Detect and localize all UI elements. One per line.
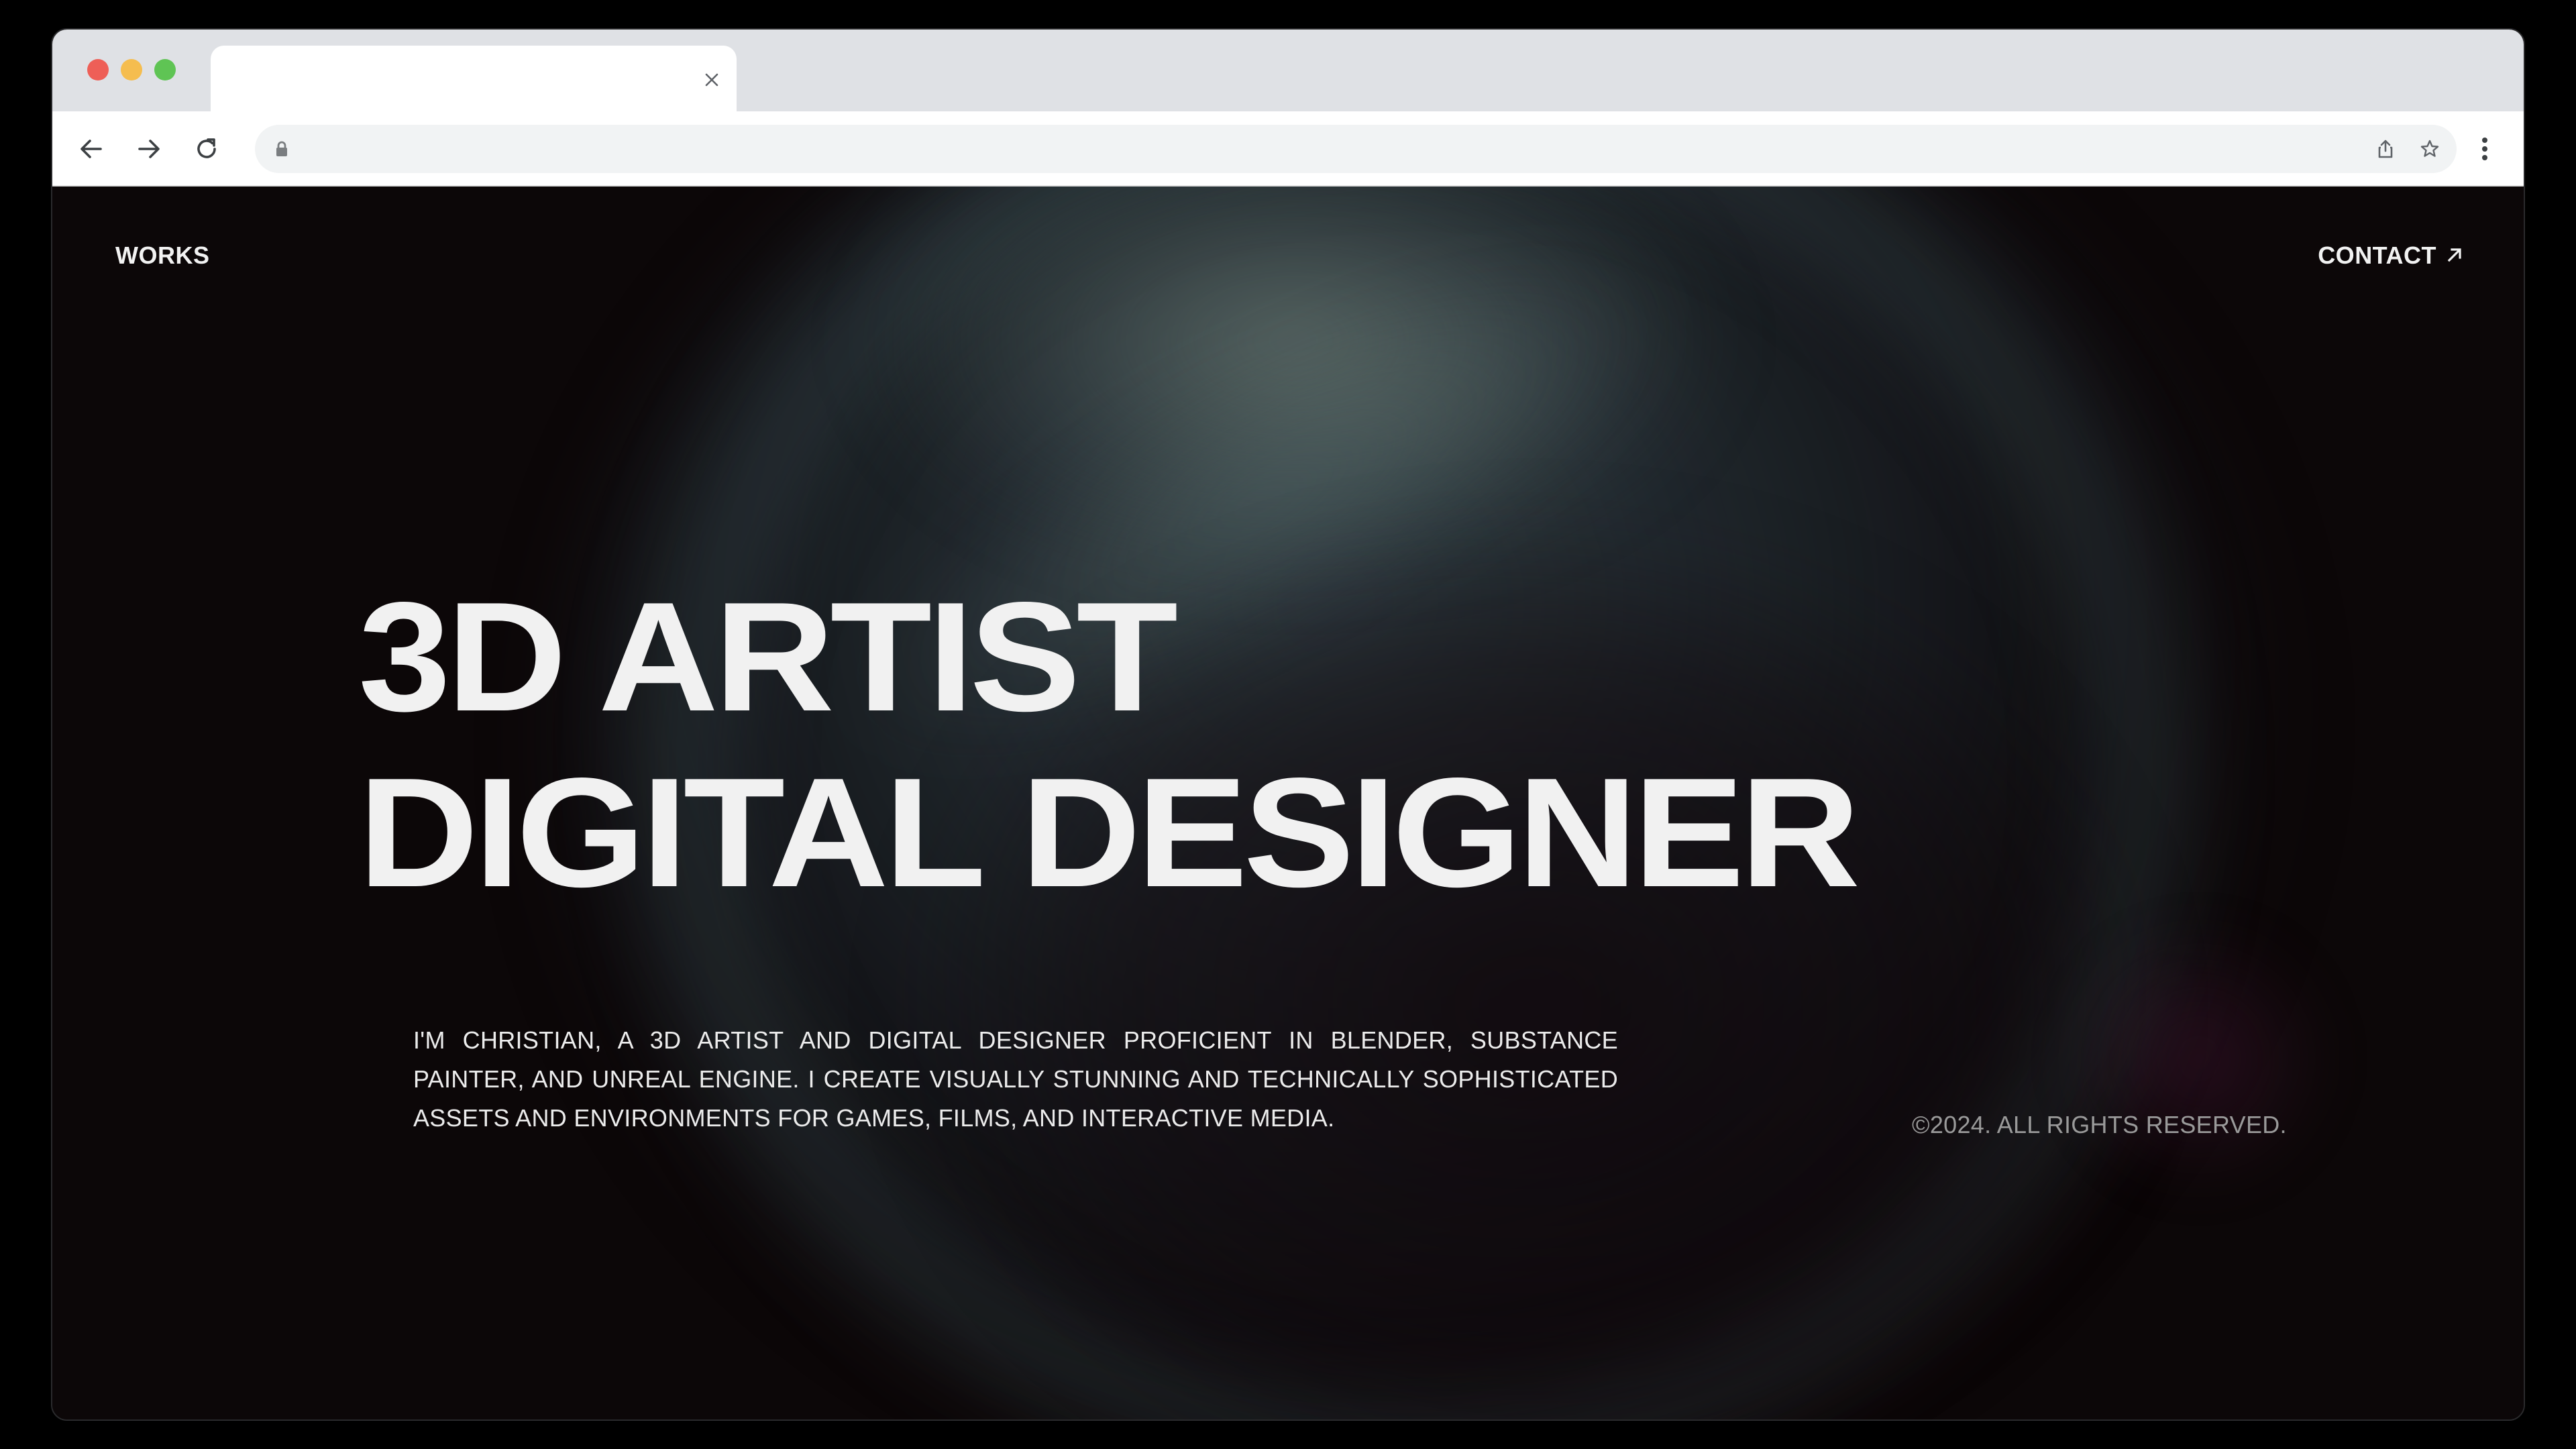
address-bar[interactable] <box>255 125 2457 173</box>
browser-tab[interactable] <box>211 46 737 111</box>
tab-strip <box>52 30 2524 111</box>
nav-works-link[interactable]: WORKS <box>115 241 210 270</box>
arrow-up-right-icon <box>2446 241 2463 270</box>
window-maximize-button[interactable] <box>154 59 176 80</box>
share-icon[interactable] <box>2372 136 2399 162</box>
close-icon[interactable] <box>700 68 723 91</box>
window-minimize-button[interactable] <box>121 59 142 80</box>
star-icon[interactable] <box>2416 136 2443 162</box>
nav-contact-label: CONTACT <box>2318 241 2436 269</box>
hero-heading-line-2: DIGITAL DESIGNER <box>358 746 1860 920</box>
browser-window: WORKS CONTACT 3D ARTIST DIGITAL DESIGNER… <box>51 28 2525 1421</box>
window-close-button[interactable] <box>87 59 109 80</box>
nav-works-label: WORKS <box>115 241 210 269</box>
kebab-menu-icon[interactable] <box>2466 130 2504 168</box>
arrow-left-icon[interactable] <box>72 130 110 168</box>
browser-toolbar <box>52 111 2524 186</box>
hero-heading-line-1: 3D ARTIST <box>358 570 1178 744</box>
lock-icon <box>272 140 291 158</box>
nav-contact-link[interactable]: CONTACT <box>2318 241 2463 270</box>
copyright-text: ©2024. ALL RIGHTS RESERVED. <box>1912 1111 2287 1138</box>
bio-paragraph: I'M CHRISTIAN, A 3D ARTIST AND DIGITAL D… <box>413 1026 1618 1132</box>
reload-icon[interactable] <box>188 130 225 168</box>
arrow-right-icon[interactable] <box>130 130 168 168</box>
page-viewport: WORKS CONTACT 3D ARTIST DIGITAL DESIGNER… <box>52 186 2524 1419</box>
